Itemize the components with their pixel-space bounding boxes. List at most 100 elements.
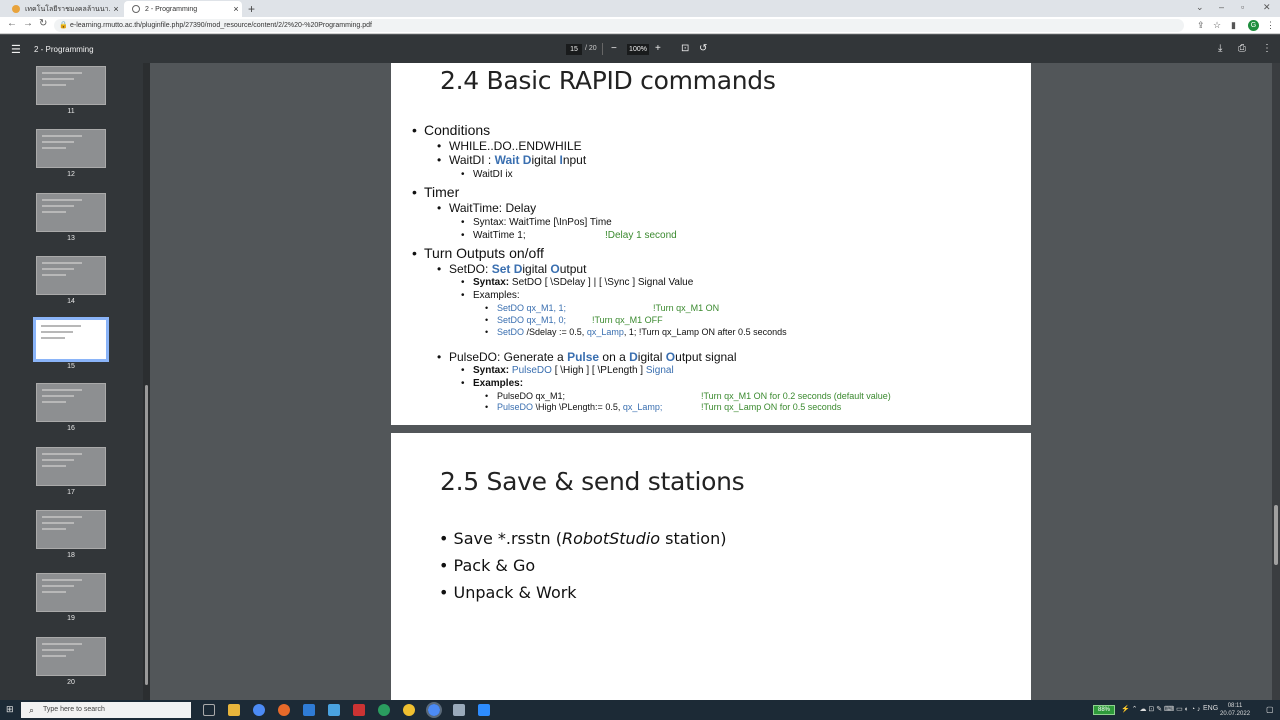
thumbnail-text-line bbox=[42, 401, 66, 403]
zoom-app-icon[interactable] bbox=[478, 704, 490, 716]
comment-setdo-2: !Turn qx_M1 OFF bbox=[592, 315, 663, 325]
bullet: • bbox=[437, 262, 442, 276]
thumbnail-text-line bbox=[42, 262, 82, 264]
media-app-icon[interactable] bbox=[403, 704, 415, 716]
pen-app-icon[interactable] bbox=[328, 704, 340, 716]
zoom-in-button[interactable]: + bbox=[655, 43, 661, 54]
thumbnail-text-line bbox=[42, 655, 66, 657]
new-tab-button[interactable]: + bbox=[248, 2, 255, 16]
windows-start-icon[interactable]: ⊞ bbox=[6, 704, 14, 715]
search-icon: ⌕ bbox=[29, 705, 35, 715]
item-waitdi-ix: WaitDI ix bbox=[473, 169, 513, 180]
green-app-icon[interactable] bbox=[378, 704, 390, 716]
slide-title: 2.5 Save & send stations bbox=[440, 467, 745, 496]
tab-search-icon[interactable]: ⌄ bbox=[1196, 2, 1204, 13]
thumbnail-text-line bbox=[42, 205, 74, 207]
share-icon[interactable]: ⇪ bbox=[1197, 20, 1205, 31]
item-waittime-syntax: Syntax: WaitTime [\InPos] Time bbox=[473, 217, 612, 228]
notifications-icon[interactable]: ▢ bbox=[1266, 705, 1274, 714]
close-tab-icon[interactable]: × bbox=[110, 4, 122, 14]
battery-indicator[interactable]: 88% bbox=[1093, 705, 1115, 715]
page-thumbnail[interactable] bbox=[36, 573, 106, 612]
thumbnail-page-number: 14 bbox=[67, 298, 75, 305]
file-explorer-icon[interactable] bbox=[228, 704, 240, 716]
more-menu-icon[interactable]: ⋮ bbox=[1266, 20, 1275, 31]
thumbnail-text-line bbox=[42, 199, 82, 201]
bullet: • bbox=[437, 350, 442, 364]
forward-icon[interactable]: → bbox=[23, 18, 33, 29]
tray-icons[interactable]: ⚡ ⌃ ☁ ⊡ ✎ ⌨ ▭ ◐ ◔ ♪ bbox=[1121, 705, 1201, 713]
example-setdo-3: SetDO /Sdelay := 0.5, qx_Lamp, 1; !Turn … bbox=[497, 327, 787, 337]
reload-icon[interactable]: ↻ bbox=[39, 18, 47, 29]
thumbnail-text-line bbox=[42, 274, 66, 276]
profile-avatar[interactable]: G bbox=[1248, 20, 1259, 31]
snipping-tool-icon[interactable] bbox=[353, 704, 365, 716]
close-window-icon[interactable]: ✕ bbox=[1263, 2, 1271, 13]
thumbnail-text-line bbox=[42, 516, 82, 518]
thumbnail-page-number: 13 bbox=[67, 235, 75, 242]
thumbnail-text-line bbox=[42, 135, 82, 137]
tab-university[interactable]: เทคโนโลยีราชมงคลล้านนา... × bbox=[4, 1, 122, 17]
system-clock[interactable]: 08:11 20.07.2022 bbox=[1220, 702, 1250, 718]
page-thumbnail[interactable] bbox=[36, 510, 106, 549]
print-icon[interactable]: ⎙ bbox=[1238, 43, 1246, 54]
rotate-icon[interactable]: ↺ bbox=[699, 43, 707, 54]
maximize-icon[interactable]: ▫ bbox=[1241, 2, 1244, 12]
chrome-icon[interactable] bbox=[253, 704, 265, 716]
close-tab-icon[interactable]: × bbox=[230, 4, 242, 14]
firefox-icon[interactable] bbox=[278, 704, 290, 716]
item-pulsedo: PulseDO: Generate a Pulse on a Digital O… bbox=[449, 350, 737, 364]
page-thumbnail[interactable] bbox=[36, 447, 106, 486]
bullet: • bbox=[412, 245, 417, 261]
page-thumbnail[interactable] bbox=[36, 193, 106, 232]
pdf-more-icon[interactable]: ⋮ bbox=[1262, 43, 1272, 54]
zoom-out-button[interactable]: − bbox=[611, 43, 617, 54]
thumbnail-text-line bbox=[42, 465, 66, 467]
minimize-icon[interactable]: – bbox=[1219, 2, 1224, 12]
page-thumbnail[interactable] bbox=[36, 66, 106, 105]
input-language[interactable]: ENG bbox=[1203, 705, 1218, 712]
tab-title: เทคโนโลยีราชมงคลล้านนา... bbox=[25, 5, 110, 13]
page-number-input[interactable]: 15 bbox=[566, 44, 582, 55]
fit-page-icon[interactable]: ⊡ bbox=[681, 43, 689, 54]
back-icon[interactable]: ← bbox=[7, 18, 17, 29]
lock-icon: 🔒 bbox=[59, 22, 68, 29]
bullet: • bbox=[461, 378, 465, 389]
task-view-icon[interactable] bbox=[203, 704, 215, 716]
thumbnail-text-line bbox=[41, 325, 81, 327]
url-field[interactable]: 🔒 e-learning.rmutto.ac.th/pluginfile.php… bbox=[54, 19, 1184, 32]
chrome-active-icon[interactable] bbox=[426, 702, 442, 718]
example-pulsedo-2: PulseDO \High \PLength:= 0.5, qx_Lamp; bbox=[497, 402, 663, 412]
bookmark-star-icon[interactable]: ☆ bbox=[1213, 20, 1221, 31]
page-thumbnail[interactable] bbox=[36, 129, 106, 168]
download-icon[interactable]: ⤓ bbox=[1218, 43, 1222, 54]
search-placeholder: Type here to search bbox=[43, 706, 105, 713]
thumbnail-text-line bbox=[42, 585, 74, 587]
tab-programming[interactable]: 2 - Programming × bbox=[124, 1, 242, 17]
page-thumbnail[interactable] bbox=[33, 317, 109, 362]
sidebar-scrollbar-thumb[interactable] bbox=[145, 385, 148, 685]
notepad-icon[interactable] bbox=[453, 704, 465, 716]
item-examples: Examples: bbox=[473, 290, 520, 301]
bullet: • bbox=[485, 315, 489, 325]
page-thumbnail[interactable] bbox=[36, 637, 106, 676]
thumbnail-text-line bbox=[42, 84, 66, 86]
address-bar-row: ← → ↻ 🔒 e-learning.rmutto.ac.th/pluginfi… bbox=[0, 17, 1280, 34]
thumbnail-text-line bbox=[42, 389, 82, 391]
edge-icon[interactable] bbox=[303, 704, 315, 716]
example-setdo-1: SetDO qx_M1, 1; bbox=[497, 303, 567, 313]
sidepanel-icon[interactable]: ▮ bbox=[1231, 20, 1236, 31]
taskbar-search-box[interactable]: ⌕ Type here to search bbox=[21, 702, 191, 718]
bullet: • bbox=[461, 365, 465, 376]
thumbnail-page-number: 11 bbox=[67, 108, 75, 115]
hamburger-menu-icon[interactable]: ☰ bbox=[11, 43, 21, 56]
thumbnail-text-line bbox=[41, 331, 73, 333]
thumbnail-page-number: 15 bbox=[67, 363, 75, 370]
main-scrollbar-thumb[interactable] bbox=[1274, 505, 1278, 565]
bullet: • bbox=[461, 217, 465, 228]
zoom-level-input[interactable]: 100% bbox=[627, 44, 649, 55]
main-scrollbar-track[interactable] bbox=[1272, 63, 1280, 700]
item-while: WHILE..DO..ENDWHILE bbox=[449, 139, 582, 153]
page-thumbnail[interactable] bbox=[36, 256, 106, 295]
page-thumbnail[interactable] bbox=[36, 383, 106, 422]
